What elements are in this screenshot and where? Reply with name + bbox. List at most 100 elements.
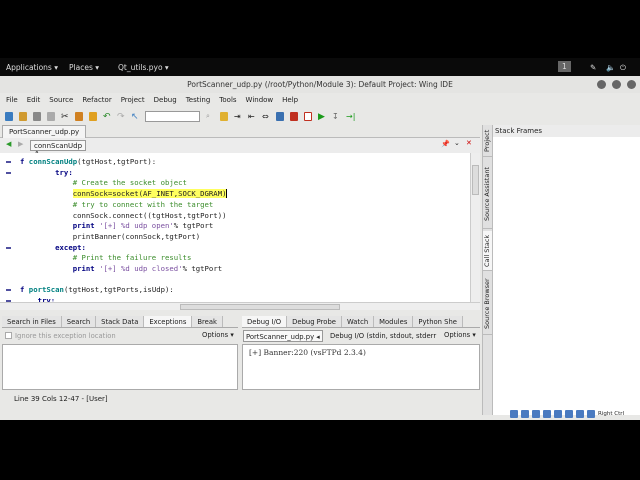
forward-icon[interactable]: ▶: [18, 140, 23, 148]
tray-icon[interactable]: [554, 410, 562, 418]
close-window-button[interactable]: [627, 80, 636, 89]
code-token: # Create the socket object: [20, 178, 187, 188]
menu-debug[interactable]: Debug: [154, 96, 177, 104]
tab-search[interactable]: Search: [61, 316, 97, 327]
pen-icon[interactable]: ✎: [590, 63, 596, 72]
tab-modules[interactable]: Modules: [374, 316, 414, 327]
menu-project[interactable]: Project: [121, 96, 145, 104]
minimize-button[interactable]: [597, 80, 606, 89]
tray-icon[interactable]: [587, 410, 595, 418]
code-token: # try to connect with the target: [20, 199, 214, 209]
stack-frames-header: Stack Frames: [493, 125, 640, 137]
exceptions-options-button[interactable]: Options ▾: [202, 331, 234, 339]
python-icon[interactable]: [276, 111, 284, 121]
active-app-menu[interactable]: Qt_utils.pyo ▾: [118, 63, 169, 72]
tray-icon[interactable]: [543, 410, 551, 418]
tab-debug-io[interactable]: Debug I/O: [242, 316, 288, 327]
power-icon[interactable]: ⏻: [620, 63, 626, 73]
outdent-icon[interactable]: ⇤: [248, 112, 256, 121]
volume-icon[interactable]: 🔈: [606, 63, 615, 72]
debug-io-panel: Debug I/O Debug Probe Watch Modules Pyth…: [242, 316, 480, 392]
indent-toggle-icon[interactable]: ⇔: [262, 112, 270, 121]
breakpoint-icon[interactable]: [304, 111, 312, 121]
step-out-icon[interactable]: →|: [346, 112, 355, 121]
editor-vertical-scrollbar[interactable]: [470, 153, 480, 302]
open-folder-icon[interactable]: [19, 111, 27, 121]
tray-icon[interactable]: [565, 410, 573, 418]
menu-edit[interactable]: Edit: [27, 96, 41, 104]
run-icon[interactable]: ▶: [318, 112, 326, 122]
tab-stack-data[interactable]: Stack Data: [96, 316, 145, 327]
redo-icon[interactable]: ↷: [117, 112, 125, 122]
close-editor-icon[interactable]: ✕: [466, 139, 472, 147]
code-token: printBanner(connSock,tgtPort): [20, 231, 201, 241]
paste-icon[interactable]: [89, 111, 97, 121]
code-editor[interactable]: f connScanUdp(tgtHost,tgtPort): try: # C…: [0, 153, 470, 305]
spellcheck-icon[interactable]: [220, 111, 228, 121]
code-line: printBanner(connSock,tgtPort): [20, 231, 200, 242]
menu-help[interactable]: Help: [282, 96, 298, 104]
workspace-indicator[interactable]: 1: [558, 61, 571, 72]
system-top-bar: Applications ▾ Places ▾ Qt_utils.pyo ▾ 1…: [0, 58, 640, 76]
save-all-icon[interactable]: [47, 111, 55, 121]
tab-breakpoints[interactable]: Break: [192, 316, 223, 327]
code-token: print: [20, 264, 100, 273]
exceptions-output: [2, 344, 238, 390]
menu-refactor[interactable]: Refactor: [82, 96, 111, 104]
places-menu[interactable]: Places ▾: [69, 63, 99, 72]
cut-icon[interactable]: ✂: [61, 112, 69, 122]
menu-window[interactable]: Window: [246, 96, 274, 104]
tab-debug-probe[interactable]: Debug Probe: [287, 316, 342, 327]
menu-file[interactable]: File: [6, 96, 18, 104]
tray-icon[interactable]: [576, 410, 584, 418]
pdf-icon[interactable]: [290, 111, 298, 121]
fold-marker[interactable]: [6, 161, 11, 163]
goto-icon[interactable]: ↖: [131, 112, 139, 122]
search-icon[interactable]: ⌕: [206, 112, 214, 121]
code-token: portScan: [28, 285, 64, 295]
code-token: try:: [20, 167, 73, 177]
tab-python-shell[interactable]: Python She: [413, 316, 463, 327]
fold-marker[interactable]: [6, 289, 11, 292]
editor-horizontal-scrollbar[interactable]: [0, 302, 480, 310]
debug-io-options-button[interactable]: Options ▾: [444, 331, 476, 339]
tab-exceptions[interactable]: Exceptions: [144, 316, 193, 327]
code-token: except:: [20, 242, 86, 252]
process-select[interactable]: PortScanner_udp.py ◂: [243, 330, 323, 342]
code-token: '[+] %d udp closed': [99, 264, 183, 273]
wing-ide-window: PortScanner_udp.py (/root/Python/Module …: [0, 76, 640, 420]
fold-marker[interactable]: [6, 171, 11, 174]
indent-icon[interactable]: ⇥: [234, 112, 242, 121]
debug-io-output[interactable]: [+] Banner:220 (vsFTPd 2.3.4): [242, 344, 480, 390]
options-icon[interactable]: ⌄: [454, 139, 460, 147]
host-key-label: Right Ctrl: [598, 411, 625, 417]
menu-source[interactable]: Source: [49, 96, 73, 104]
copy-icon[interactable]: [75, 111, 83, 121]
pin-icon[interactable]: 📌: [441, 140, 450, 148]
tab-search-in-files[interactable]: Search in Files: [2, 316, 62, 327]
code-token: connSock.connect((tgtHost,tgtPort)): [20, 210, 227, 220]
maximize-button[interactable]: [612, 80, 621, 89]
back-icon[interactable]: ◀: [6, 140, 11, 148]
save-icon[interactable]: [33, 111, 41, 121]
tab-watch[interactable]: Watch: [341, 316, 375, 327]
applications-menu[interactable]: Applications ▾: [6, 63, 58, 72]
tray-icon[interactable]: [510, 410, 518, 418]
menu-tools[interactable]: Tools: [219, 96, 236, 104]
tray-icon[interactable]: [521, 410, 529, 418]
search-input[interactable]: [145, 110, 200, 122]
ignore-exception-checkbox[interactable]: [5, 332, 12, 339]
tray-icon[interactable]: [532, 410, 540, 418]
step-into-icon[interactable]: ↧: [332, 112, 340, 121]
editor-tab[interactable]: PortScanner_udp.py: [2, 125, 87, 138]
menu-testing[interactable]: Testing: [186, 96, 211, 104]
scope-select[interactable]: connScanUdp ⇕: [30, 140, 86, 158]
code-token: connScanUdp: [28, 157, 78, 166]
new-file-icon[interactable]: [5, 111, 13, 121]
fold-marker[interactable]: [6, 246, 11, 249]
toolbar: ✂ ↶ ↷ ↖ ⌕ ⇥ ⇤ ⇔ ▶ ↧ →|: [0, 107, 480, 125]
code-line: connSock.connect((tgtHost,tgtPort)): [20, 210, 227, 221]
status-bar: Line 39 Cols 12-47 - [User]: [0, 392, 480, 405]
undo-icon[interactable]: ↶: [103, 112, 111, 122]
